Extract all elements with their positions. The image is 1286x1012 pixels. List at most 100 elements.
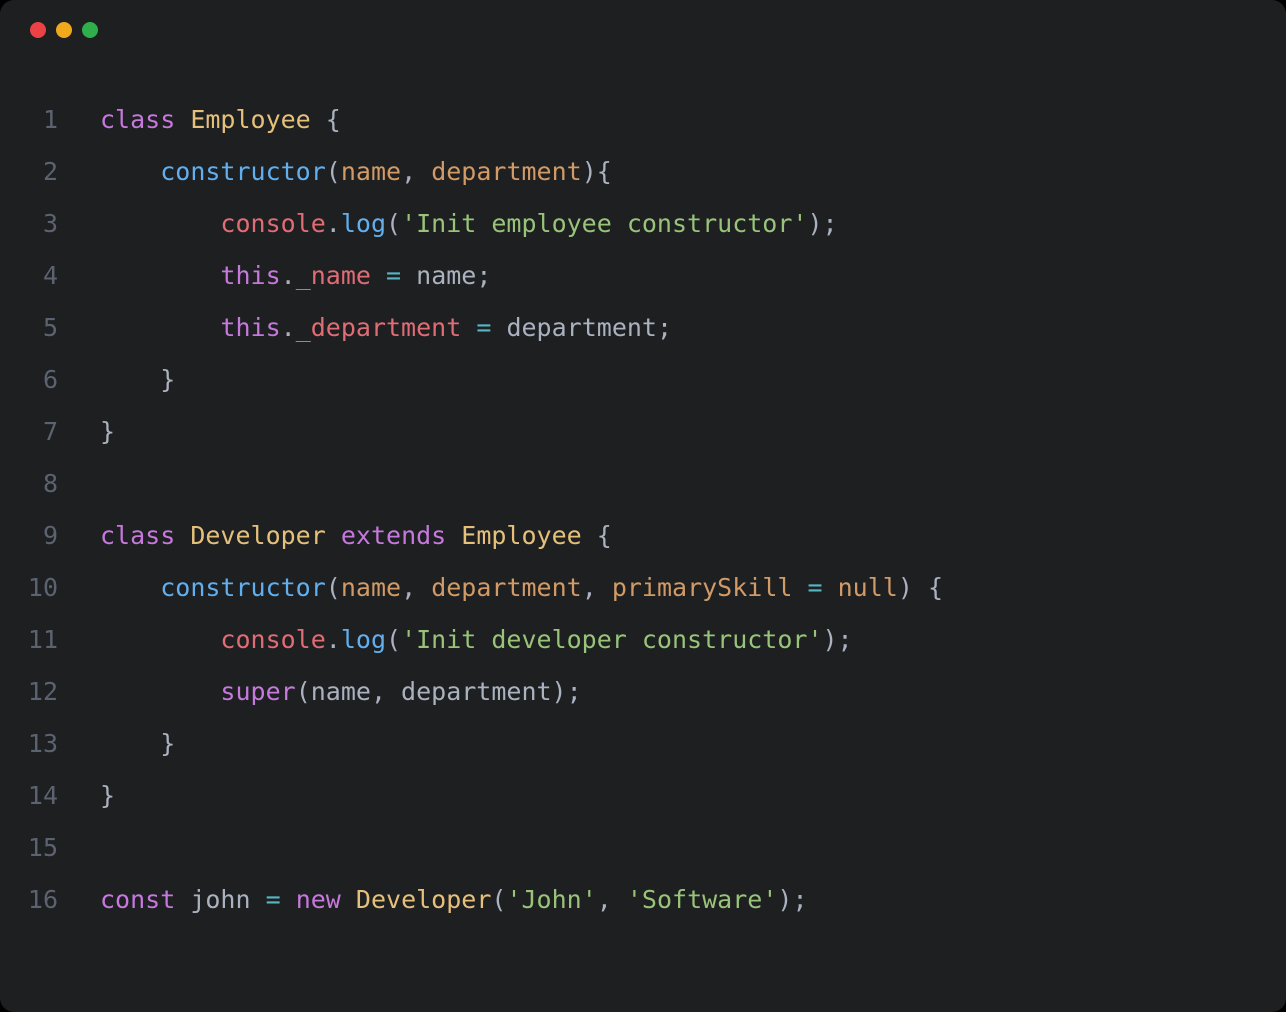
token-pln [175, 105, 190, 134]
token-op: = [386, 261, 401, 290]
code-content[interactable]: } [100, 718, 1286, 770]
token-pln [341, 885, 356, 914]
token-pln: } [160, 729, 175, 758]
code-editor[interactable]: 1class Employee {2 constructor(name, dep… [0, 38, 1286, 926]
token-pln: ( [326, 573, 341, 602]
code-line[interactable]: 10 constructor(name, department, primary… [0, 562, 1286, 614]
token-pln: . [326, 209, 341, 238]
token-fn: log [341, 209, 386, 238]
token-pln: } [100, 781, 115, 810]
code-content[interactable] [100, 822, 1286, 874]
code-window: 1class Employee {2 constructor(name, dep… [0, 0, 1286, 1012]
token-fn: constructor [160, 573, 326, 602]
line-number: 2 [0, 146, 100, 198]
token-kw: this [220, 313, 280, 342]
code-content[interactable]: super(name, department); [100, 666, 1286, 718]
token-prm: department [431, 573, 582, 602]
token-prm: null [838, 573, 898, 602]
token-prm: primarySkill [612, 573, 793, 602]
code-content[interactable]: class Employee { [100, 94, 1286, 146]
token-pln: ); [807, 209, 837, 238]
token-pln: . [281, 261, 296, 290]
token-pln [371, 261, 386, 290]
line-number: 4 [0, 250, 100, 302]
code-line[interactable]: 4 this._name = name; [0, 250, 1286, 302]
token-fn: constructor [160, 157, 326, 186]
line-number: 16 [0, 874, 100, 926]
token-pln: ( [386, 625, 401, 654]
token-cls: Employee [190, 105, 310, 134]
line-number: 14 [0, 770, 100, 822]
code-line[interactable]: 9class Developer extends Employee { [0, 510, 1286, 562]
code-line[interactable]: 12 super(name, department); [0, 666, 1286, 718]
code-content[interactable]: this._name = name; [100, 250, 1286, 302]
token-kw: class [100, 105, 175, 134]
token-pln: ( [491, 885, 506, 914]
code-line[interactable]: 3 console.log('Init employee constructor… [0, 198, 1286, 250]
code-line[interactable]: 14} [0, 770, 1286, 822]
token-kw: class [100, 521, 175, 550]
code-line[interactable]: 7} [0, 406, 1286, 458]
line-number: 10 [0, 562, 100, 614]
token-kw: extends [341, 521, 446, 550]
token-pln: . [326, 625, 341, 654]
token-op: = [266, 885, 281, 914]
code-line[interactable]: 11 console.log('Init developer construct… [0, 614, 1286, 666]
line-number: 11 [0, 614, 100, 666]
code-line[interactable]: 16const john = new Developer('John', 'So… [0, 874, 1286, 926]
line-number: 1 [0, 94, 100, 146]
code-content[interactable] [100, 458, 1286, 510]
code-content[interactable]: } [100, 770, 1286, 822]
token-pln [461, 313, 476, 342]
token-pln: } [160, 365, 175, 394]
token-pln: } [100, 417, 115, 446]
code-content[interactable]: console.log('Init employee constructor')… [100, 198, 1286, 250]
line-number: 9 [0, 510, 100, 562]
code-line[interactable]: 15 [0, 822, 1286, 874]
close-icon[interactable] [30, 22, 46, 38]
code-line[interactable]: 13 } [0, 718, 1286, 770]
token-pln: . [281, 313, 296, 342]
code-content[interactable]: const john = new Developer('John', 'Soft… [100, 874, 1286, 926]
token-pln: john [175, 885, 265, 914]
token-op: = [476, 313, 491, 342]
token-obj: console [220, 625, 325, 654]
code-line[interactable]: 6 } [0, 354, 1286, 406]
token-pln: , [401, 157, 431, 186]
maximize-icon[interactable] [82, 22, 98, 38]
token-kw: new [296, 885, 341, 914]
code-content[interactable]: } [100, 406, 1286, 458]
code-content[interactable]: this._department = department; [100, 302, 1286, 354]
line-number: 3 [0, 198, 100, 250]
token-obj: _department [296, 313, 462, 342]
code-content[interactable]: console.log('Init developer constructor'… [100, 614, 1286, 666]
minimize-icon[interactable] [56, 22, 72, 38]
line-number: 6 [0, 354, 100, 406]
token-op: = [808, 573, 823, 602]
code-content[interactable]: constructor(name, department, primarySki… [100, 562, 1286, 614]
token-kw: super [220, 677, 295, 706]
code-line[interactable]: 5 this._department = department; [0, 302, 1286, 354]
token-pln: ); [777, 885, 807, 914]
token-pln [823, 573, 838, 602]
token-fn: log [341, 625, 386, 654]
code-content[interactable]: class Developer extends Employee { [100, 510, 1286, 562]
token-prm: department [431, 157, 582, 186]
code-line[interactable]: 2 constructor(name, department){ [0, 146, 1286, 198]
token-cls: Developer [356, 885, 491, 914]
code-content[interactable]: } [100, 354, 1286, 406]
token-pln: name; [401, 261, 491, 290]
token-pln: ); [823, 625, 853, 654]
code-line[interactable]: 1class Employee { [0, 94, 1286, 146]
token-obj: console [220, 209, 325, 238]
token-str: 'Init developer constructor' [401, 625, 822, 654]
token-pln [175, 521, 190, 550]
token-str: 'Software' [627, 885, 778, 914]
token-cls: Developer [190, 521, 325, 550]
code-content[interactable]: constructor(name, department){ [100, 146, 1286, 198]
token-pln: , [401, 573, 431, 602]
token-pln [281, 885, 296, 914]
code-line[interactable]: 8 [0, 458, 1286, 510]
token-kw: const [100, 885, 175, 914]
line-number: 12 [0, 666, 100, 718]
